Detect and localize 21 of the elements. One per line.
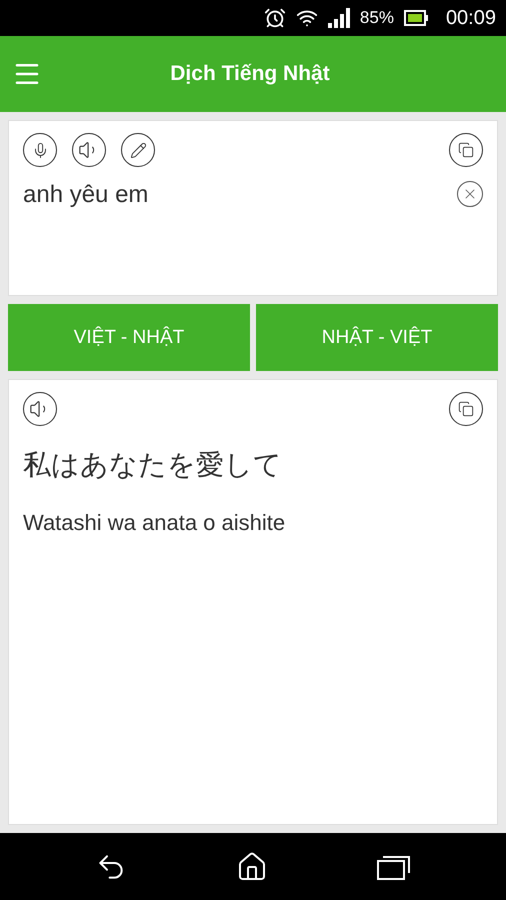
direction-button[interactable]: NHẬT - VIỆT: [256, 304, 498, 371]
direction-button[interactable]: VIỆT - NHẬT: [8, 304, 250, 371]
input-text[interactable]: anh yêu em: [23, 181, 148, 209]
battery-percent: 85%: [360, 8, 394, 28]
clock-time: 00:09: [446, 6, 496, 30]
copy-button[interactable]: [449, 133, 483, 167]
romaji-text: Watashi wa anata o aishite: [23, 510, 286, 536]
copy-button[interactable]: [449, 392, 483, 426]
translation-text: 私はあなたを愛して: [23, 447, 283, 483]
battery-icon: [404, 10, 428, 26]
speaker-button[interactable]: [23, 392, 57, 426]
alarm-icon: [264, 7, 286, 29]
pencil-button[interactable]: [121, 133, 155, 167]
speaker-button[interactable]: [72, 133, 106, 167]
copy-icon: [458, 401, 474, 417]
signal-icon: [328, 8, 350, 28]
app-title: Dịch Tiếng Nhật: [169, 62, 331, 86]
clear-button[interactable]: [457, 181, 483, 207]
pencil-icon: [130, 142, 146, 158]
microphone-button[interactable]: [23, 133, 57, 167]
copy-icon: [458, 142, 474, 158]
